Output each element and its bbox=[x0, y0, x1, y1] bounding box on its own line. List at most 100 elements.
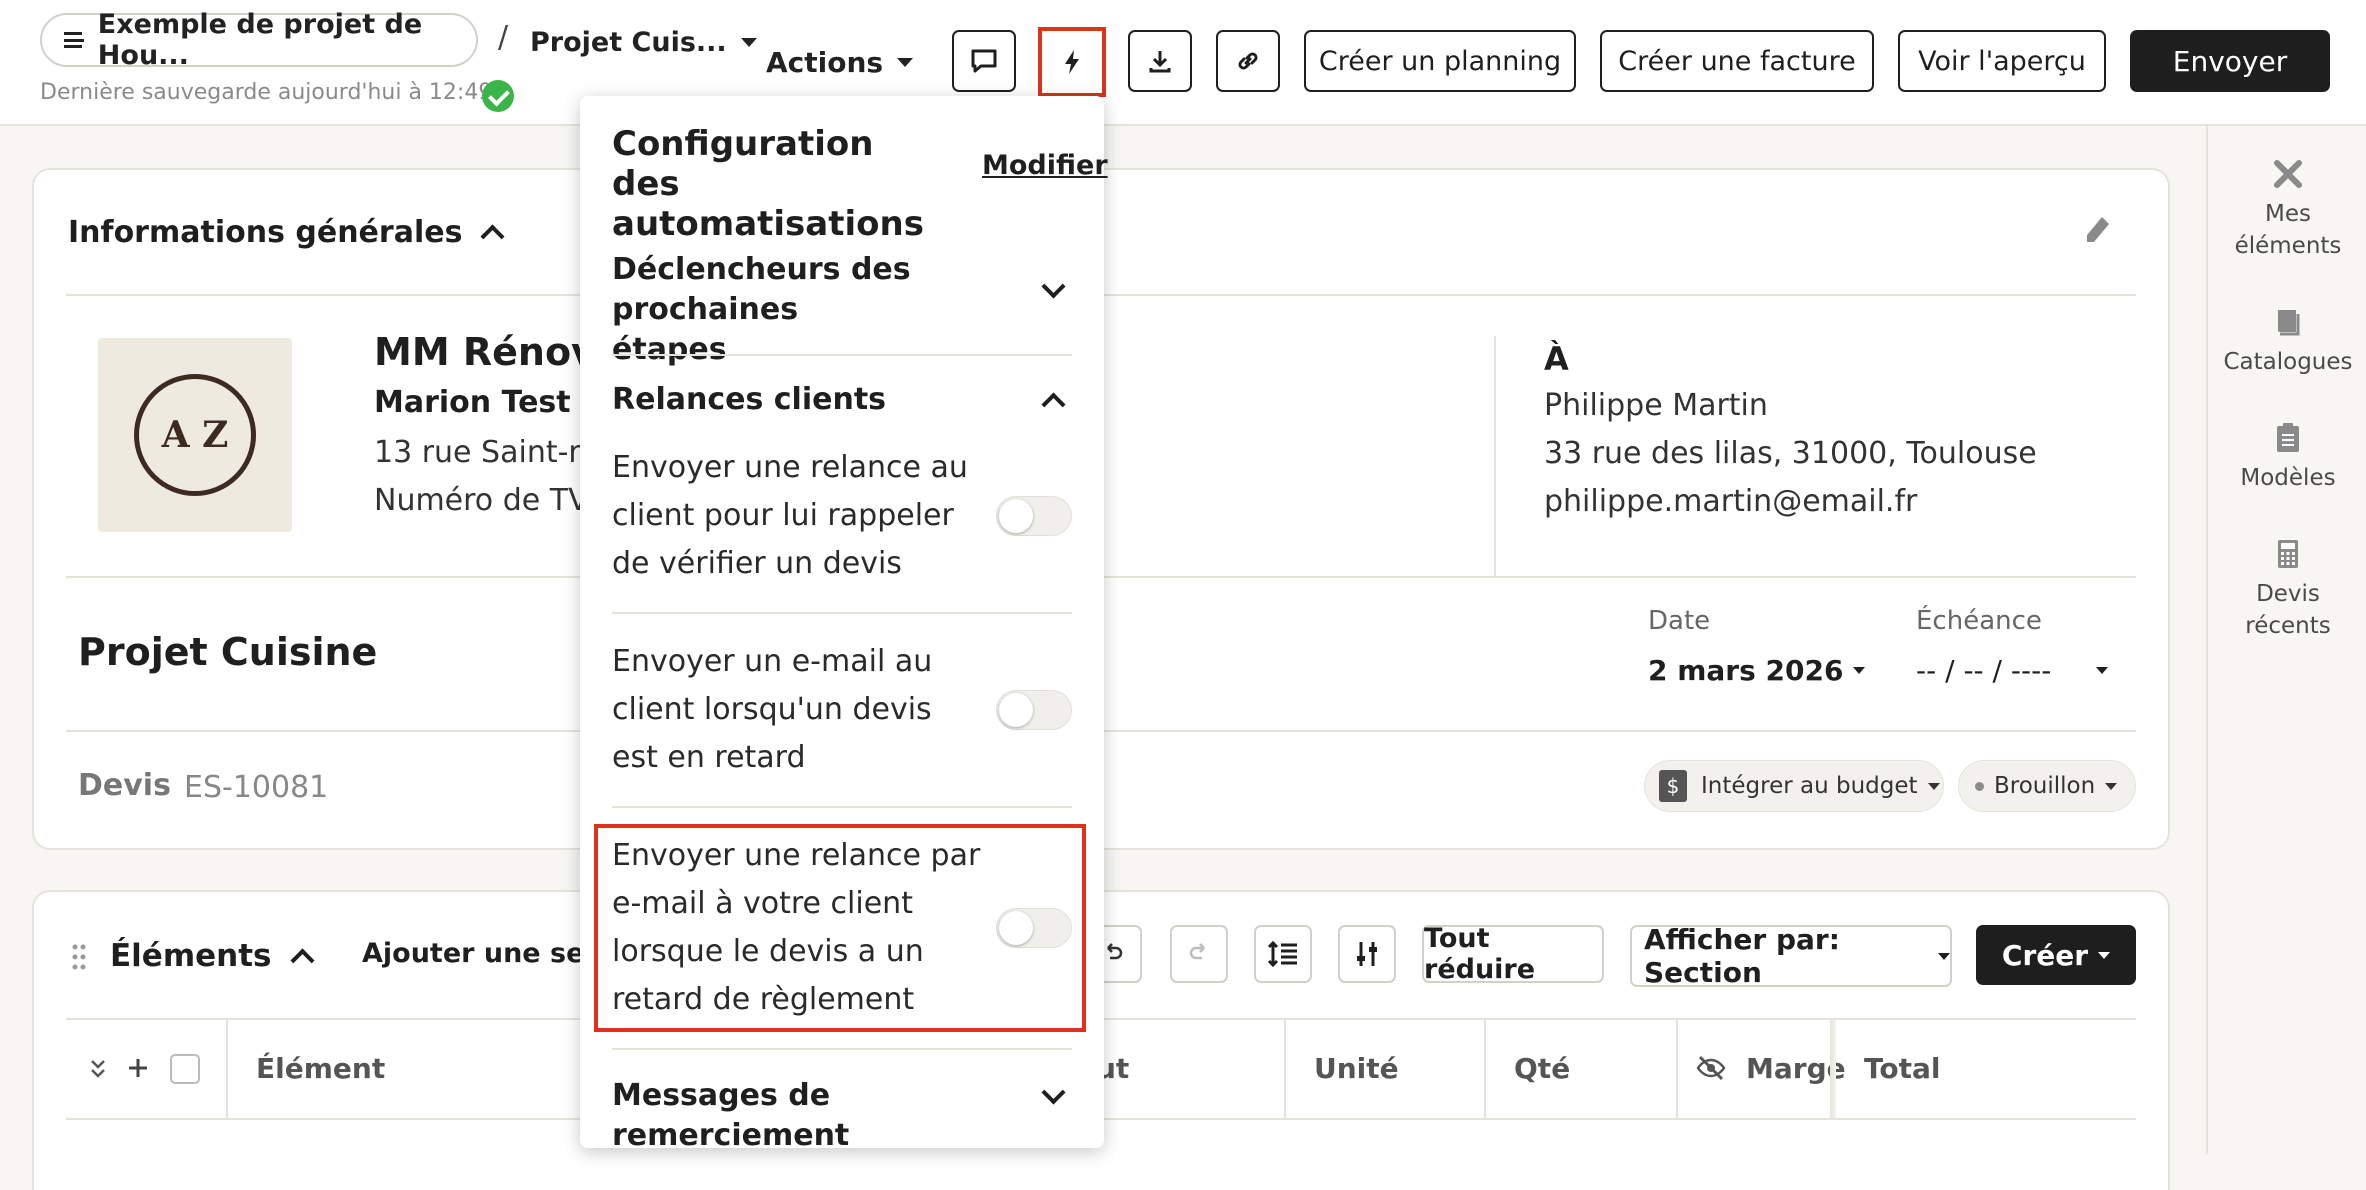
link-icon bbox=[1238, 52, 1258, 70]
comment-button[interactable] bbox=[952, 30, 1016, 92]
automation-title: Configuration des automatisations bbox=[612, 124, 924, 244]
status-badge[interactable]: Brouillon bbox=[1958, 760, 2136, 812]
project-title: Projet Cuisine bbox=[78, 630, 378, 674]
select-all-checkbox[interactable] bbox=[170, 1054, 200, 1084]
download-button[interactable] bbox=[1128, 30, 1192, 92]
expand-all-icon[interactable] bbox=[88, 1058, 108, 1080]
status-dot-icon bbox=[1975, 781, 1984, 791]
general-info-toggle[interactable]: Informations générales bbox=[68, 212, 505, 252]
link-button[interactable] bbox=[1216, 30, 1280, 92]
column-settings-button[interactable] bbox=[1338, 925, 1396, 983]
triggers-section-header[interactable]: Déclencheurs des prochaines étapes bbox=[612, 250, 1072, 367]
reminder-rule-2-text: Envoyer un e-mail au client lorsqu'un de… bbox=[612, 644, 933, 775]
edit-pencil-icon[interactable] bbox=[2082, 214, 2112, 250]
document-selector[interactable]: Projet Cuis... bbox=[530, 22, 757, 62]
reminders-section-header[interactable]: Relances clients bbox=[612, 380, 1072, 420]
project-breadcrumb-button[interactable]: Exemple de projet de Hou... bbox=[40, 9, 478, 71]
sidebar-label: Mes éléments bbox=[2234, 201, 2342, 259]
add-row-icon[interactable] bbox=[126, 1056, 150, 1080]
sidebar-label: Modèles bbox=[2240, 465, 2336, 491]
reminder-rule-2-toggle[interactable] bbox=[996, 690, 1072, 730]
reminder-rule-3-toggle[interactable] bbox=[996, 908, 1072, 948]
reminder-rule-1-text: Envoyer une relance au client pour lui r… bbox=[612, 450, 968, 581]
create-invoice-button[interactable]: Créer une facture bbox=[1600, 30, 1874, 92]
tools-icon bbox=[2272, 158, 2304, 190]
display-by-select[interactable]: Afficher par: Section bbox=[1630, 923, 1952, 989]
thanks-section-header[interactable]: Messages de remerciement bbox=[612, 1076, 1072, 1153]
saved-check-icon bbox=[482, 80, 514, 112]
thanks-title: Messages de remerciement bbox=[612, 1078, 850, 1153]
sidebar-item-catalogues[interactable]: Catalogues bbox=[2210, 306, 2366, 378]
elements-title: Éléments bbox=[110, 938, 272, 974]
date-selector[interactable]: 2 mars 2026 bbox=[1648, 652, 1866, 688]
divider bbox=[612, 1048, 1072, 1050]
reminders-title: Relances clients bbox=[612, 382, 887, 417]
column-header-qty: Qté bbox=[1514, 1052, 1571, 1085]
chevron-down-icon bbox=[1041, 274, 1066, 299]
client-email: philippe.martin@email.fr bbox=[1544, 484, 1918, 519]
download-icon bbox=[1149, 51, 1171, 73]
elements-toggle[interactable]: Éléments bbox=[110, 936, 315, 976]
column-header-total: Total bbox=[1864, 1052, 1941, 1085]
document-name: Projet Cuis... bbox=[530, 26, 727, 58]
book-icon bbox=[2272, 306, 2304, 338]
drag-handle-icon[interactable] bbox=[72, 944, 86, 970]
chevron-down-icon bbox=[897, 57, 914, 67]
create-element-button[interactable]: Créer bbox=[1976, 925, 2136, 985]
company-logo: A Z bbox=[98, 338, 292, 532]
logo-letters: A Z bbox=[161, 414, 229, 456]
budget-integration-button[interactable]: $ Intégrer au budget bbox=[1644, 760, 1944, 812]
sidebar-item-recent-quotes[interactable]: Devis récents bbox=[2210, 538, 2366, 642]
sidebar-label: Devis récents bbox=[2245, 581, 2331, 639]
preview-button[interactable]: Voir l'aperçu bbox=[1898, 30, 2106, 92]
sidebar-item-templates[interactable]: Modèles bbox=[2210, 422, 2366, 494]
automation-edit-link[interactable]: Modifier bbox=[982, 150, 1108, 181]
client-address: 33 rue des lilas, 31000, Toulouse bbox=[1544, 436, 2037, 471]
create-planning-button[interactable]: Créer un planning bbox=[1304, 30, 1576, 92]
company-contact: Marion Test • bbox=[374, 385, 601, 420]
line-spacing-icon bbox=[1267, 940, 1297, 968]
due-date-selector[interactable]: -- / -- / ---- bbox=[1916, 652, 2108, 688]
chevron-down-icon bbox=[1041, 1080, 1066, 1105]
document-number: ES-10081 bbox=[184, 770, 329, 805]
budget-label: Intégrer au budget bbox=[1701, 773, 1918, 799]
divider bbox=[612, 612, 1072, 614]
company-vat: Numéro de TV bbox=[374, 483, 589, 518]
document-type-label: Devis bbox=[78, 768, 171, 803]
send-button[interactable]: Envoyer bbox=[2130, 30, 2330, 92]
undo-icon bbox=[1107, 943, 1123, 960]
chevron-up-icon bbox=[289, 947, 315, 973]
company-address: 13 rue Saint-ro bbox=[374, 435, 599, 470]
status-label: Brouillon bbox=[1994, 773, 2096, 799]
margin-visibility-toggle[interactable] bbox=[1696, 1054, 1726, 1082]
divider bbox=[1494, 336, 1496, 576]
sidebar-item-my-elements[interactable]: Mes éléments bbox=[2210, 158, 2366, 262]
chevron-down-icon bbox=[1938, 952, 1950, 960]
project-name: Exemple de projet de Hou... bbox=[97, 9, 423, 71]
collapse-all-button[interactable]: Tout réduire bbox=[1422, 923, 1604, 985]
line-spacing-button[interactable] bbox=[1254, 925, 1312, 983]
chevron-down-icon bbox=[2098, 951, 2111, 959]
dollar-document-icon: $ bbox=[1659, 770, 1687, 802]
due-date-label: Échéance bbox=[1916, 606, 2042, 636]
triggers-title: Déclencheurs des prochaines étapes bbox=[612, 252, 911, 367]
lightning-icon bbox=[1065, 50, 1079, 74]
actions-menu[interactable]: Actions bbox=[766, 42, 914, 82]
reminder-rule-3-text: Envoyer une relance par e-mail à votre c… bbox=[612, 838, 981, 1017]
chevron-down-icon bbox=[2105, 782, 2118, 790]
divider bbox=[612, 806, 1072, 808]
general-info-title: Informations générales bbox=[68, 214, 463, 250]
display-by-label: Afficher par: Section bbox=[1644, 923, 1840, 989]
automation-button[interactable] bbox=[1042, 31, 1102, 93]
breadcrumb-separator: / bbox=[498, 20, 509, 55]
clipboard-icon bbox=[2272, 422, 2304, 454]
client-name: Philippe Martin bbox=[1544, 388, 1768, 423]
chevron-up-icon bbox=[1041, 392, 1066, 417]
divider bbox=[612, 354, 1072, 356]
eye-off-icon bbox=[1696, 1055, 1726, 1081]
date-value: 2 mars 2026 bbox=[1648, 653, 1844, 687]
last-saved-text: Dernière sauvegarde aujourd'hui à 12:49 bbox=[40, 80, 493, 105]
reminder-rule-1-toggle[interactable] bbox=[996, 496, 1072, 536]
redo-button[interactable] bbox=[1170, 925, 1228, 983]
due-date-value: -- / -- / ---- bbox=[1916, 653, 2052, 687]
